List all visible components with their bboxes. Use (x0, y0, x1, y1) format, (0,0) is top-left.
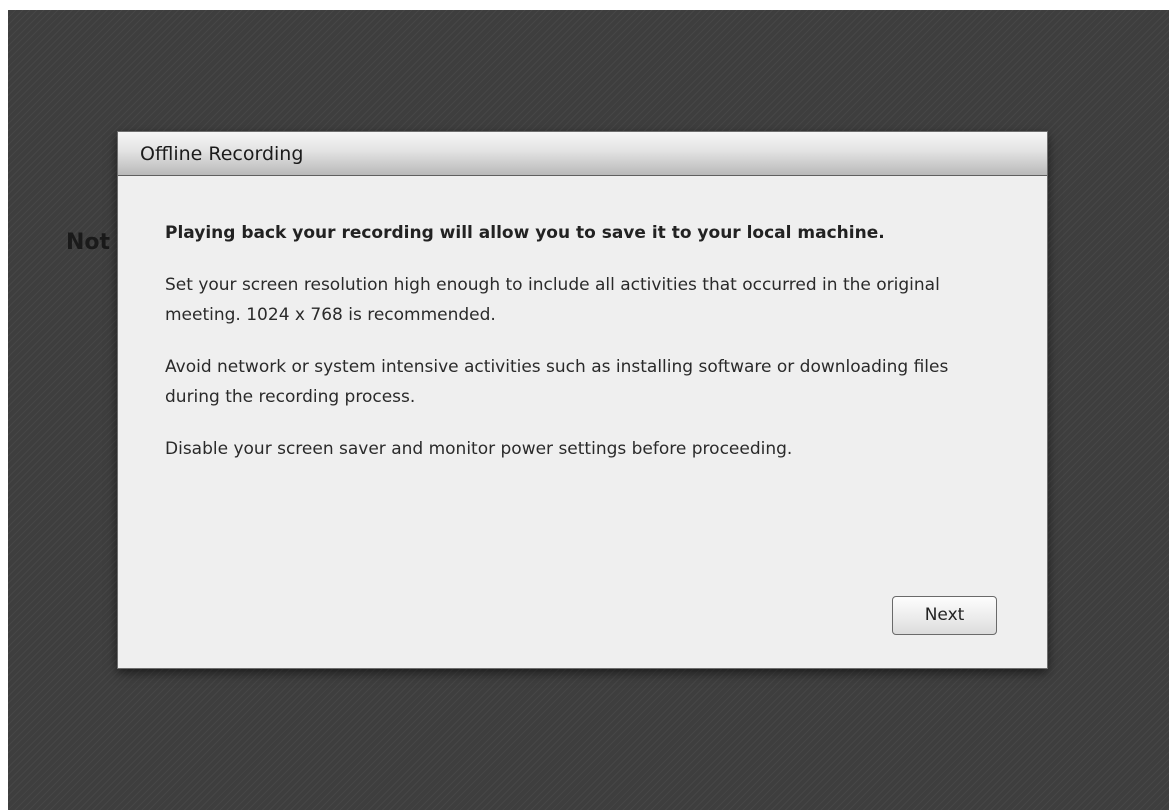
dialog-paragraph-network: Avoid network or system intensive activi… (165, 357, 949, 407)
dialog-body: Playing back your recording will allow y… (165, 218, 985, 486)
offline-recording-dialog: Offline Recording Playing back your reco… (117, 131, 1048, 669)
dialog-lead-text: Playing back your recording will allow y… (165, 223, 885, 243)
next-button[interactable]: Next (892, 596, 997, 635)
background-heading: Not (66, 230, 111, 255)
dialog-paragraph-screensaver: Disable your screen saver and monitor po… (165, 439, 793, 459)
dialog-paragraph-resolution: Set your screen resolution high enough t… (165, 275, 940, 325)
dialog-titlebar[interactable]: Offline Recording (118, 132, 1047, 176)
dialog-title: Offline Recording (140, 142, 304, 165)
